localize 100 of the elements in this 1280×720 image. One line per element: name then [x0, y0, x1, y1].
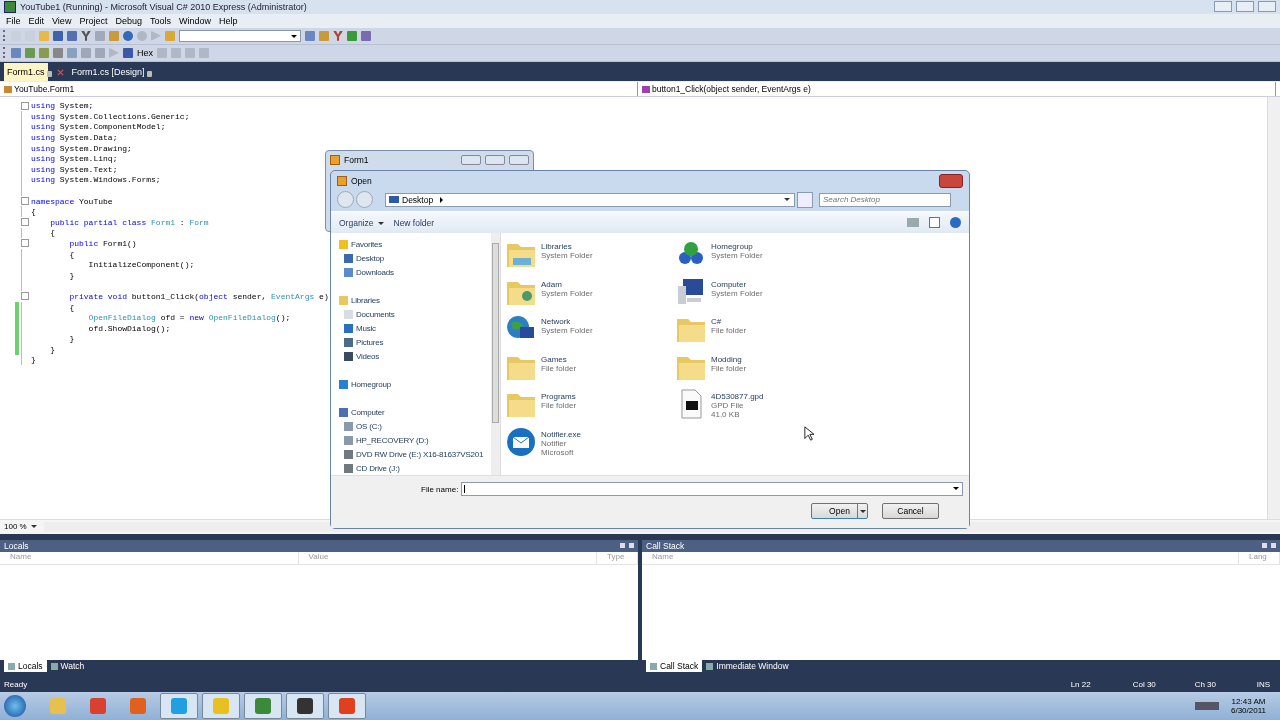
address-bar[interactable]: Desktop [385, 192, 795, 207]
file-name-label: File name: [421, 484, 459, 494]
search-field[interactable]: Search Desktop [819, 192, 951, 207]
tree-item[interactable]: Desktop [331, 251, 491, 266]
document-tab[interactable]: Form1.cs [Design] [68, 63, 148, 82]
menu-item[interactable]: Window [174, 13, 215, 28]
insert-mode: INS [1256, 679, 1270, 689]
menu-item[interactable]: View [48, 13, 76, 28]
file-detail: File folder [541, 363, 577, 373]
file-name: Adam [541, 279, 563, 289]
menu-item[interactable]: Project [75, 13, 112, 28]
scrollbar[interactable] [1267, 97, 1280, 519]
menu-item[interactable]: Edit [24, 13, 49, 28]
restore-button[interactable] [1236, 1, 1254, 13]
tree-item[interactable]: Music [331, 321, 491, 336]
tree-item[interactable]: Libraries [331, 293, 491, 308]
file-name: 4D530877.gpd [711, 392, 764, 402]
zoom-dropdown[interactable]: 100 % [0, 522, 44, 532]
file-detail: System Folder [541, 251, 593, 261]
taskbar-button[interactable] [286, 693, 324, 720]
panel-title: Locals [4, 540, 30, 551]
minimize-button[interactable] [461, 155, 481, 165]
tree-item[interactable]: HP_RECOVERY (D:) [331, 433, 491, 448]
preview-pane-icon[interactable] [929, 217, 940, 229]
menu-item[interactable]: Tools [145, 13, 175, 28]
menu-item[interactable]: Help [214, 13, 242, 28]
cancel-button[interactable]: Cancel [882, 503, 939, 520]
code-line: } [49, 344, 55, 354]
code-line: using System.Windows.Forms; [31, 175, 161, 185]
code-line: using System.Linq; [31, 154, 118, 164]
close-button[interactable] [939, 173, 963, 188]
form-title: Form1 [344, 155, 370, 165]
tree-item[interactable]: OS (C:) [331, 419, 491, 434]
start-icon[interactable] [151, 30, 161, 41]
file-name: Games [541, 354, 568, 364]
collapse-icon[interactable] [21, 218, 29, 227]
file-detail: Notifier [541, 438, 568, 448]
menu-item[interactable]: File [2, 13, 25, 28]
collapse-icon[interactable] [21, 197, 29, 206]
collapse-icon[interactable] [21, 239, 29, 248]
tree-item[interactable]: DVD RW Drive (E:) X16-81637VS201 [331, 447, 491, 462]
code-line: { [31, 207, 36, 217]
tree-item[interactable]: Homegroup [331, 377, 491, 392]
mouse-cursor [804, 426, 814, 441]
menu-item[interactable]: Debug [111, 13, 146, 28]
window-title: YouTube1 (Running) - Microsoft Visual C# 2010 Express (Administrator) [20, 1, 308, 12]
panel-tab[interactable]: Call Stack [646, 660, 703, 673]
minimize-button[interactable] [1214, 1, 1232, 13]
clock[interactable]: 12:43 AM 6/30/2011 [1231, 697, 1266, 716]
code-line: using System.Collections.Generic; [31, 111, 190, 121]
code-line: } [68, 270, 75, 280]
panel-tab[interactable]: Watch [46, 660, 89, 673]
code-line: } [68, 334, 75, 344]
start-button[interactable] [4, 695, 26, 718]
file-detail: System Folder [711, 251, 763, 261]
close-tab-icon[interactable] [56, 69, 64, 77]
tree-item[interactable]: Videos [331, 349, 491, 364]
tree-item[interactable]: Documents [331, 307, 491, 322]
maximize-button[interactable] [485, 155, 505, 165]
command-button[interactable]: Organize [339, 217, 384, 228]
back-button[interactable] [337, 191, 354, 209]
file-detail: System Folder [541, 326, 593, 336]
code-line: } [31, 355, 36, 365]
code-line: { [68, 302, 75, 312]
document-tab[interactable]: Form1.cs [4, 63, 48, 82]
code-line: public Form1() [68, 238, 137, 248]
file-name: Computer [711, 279, 748, 289]
hex-button[interactable]: Hex [137, 47, 153, 58]
code-line: public partial class Form1 : Form [49, 217, 209, 227]
tree-item[interactable]: CD Drive (J:) [331, 461, 491, 476]
configuration-combo[interactable] [179, 29, 301, 42]
status-message: Ready [4, 679, 29, 689]
file-detail: File folder [541, 401, 577, 411]
app-icon [4, 0, 16, 13]
collapse-icon[interactable] [21, 101, 29, 110]
file-name-field[interactable] [461, 482, 963, 497]
open-button[interactable]: Open [811, 503, 868, 520]
member-dropdown[interactable]: button1_Click(object sender, EventArgs e) [642, 82, 1276, 97]
type-dropdown[interactable]: YouTube.Form1 [4, 82, 638, 97]
file-name: C# [711, 317, 723, 327]
panel-title: Call Stack [646, 540, 686, 551]
file-name: Notifier.exe [541, 429, 582, 439]
close-button[interactable] [509, 155, 529, 165]
line-number: Ln 22 [1070, 679, 1092, 689]
panel-tab[interactable]: Locals [4, 660, 47, 673]
file-detail: Microsoft [541, 447, 575, 457]
code-line: ofd.ShowDialog(); [87, 323, 171, 333]
command-button[interactable]: New folder [393, 217, 435, 228]
code-line: OpenFileDialog ofd = new OpenFileDialog(); [87, 313, 291, 323]
file-name: Network [541, 317, 572, 327]
panel-tab[interactable]: Immediate Window [702, 660, 793, 673]
tree-item[interactable]: Pictures [331, 335, 491, 350]
tree-item[interactable]: Downloads [331, 265, 491, 280]
code-line: { [49, 228, 55, 238]
tree-item[interactable]: Favorites [331, 237, 491, 252]
tree-item[interactable]: Computer [331, 405, 491, 420]
collapse-icon[interactable] [21, 292, 29, 301]
forward-button[interactable] [356, 191, 373, 209]
scrollbar[interactable] [491, 233, 501, 476]
refresh-button[interactable] [797, 191, 813, 208]
